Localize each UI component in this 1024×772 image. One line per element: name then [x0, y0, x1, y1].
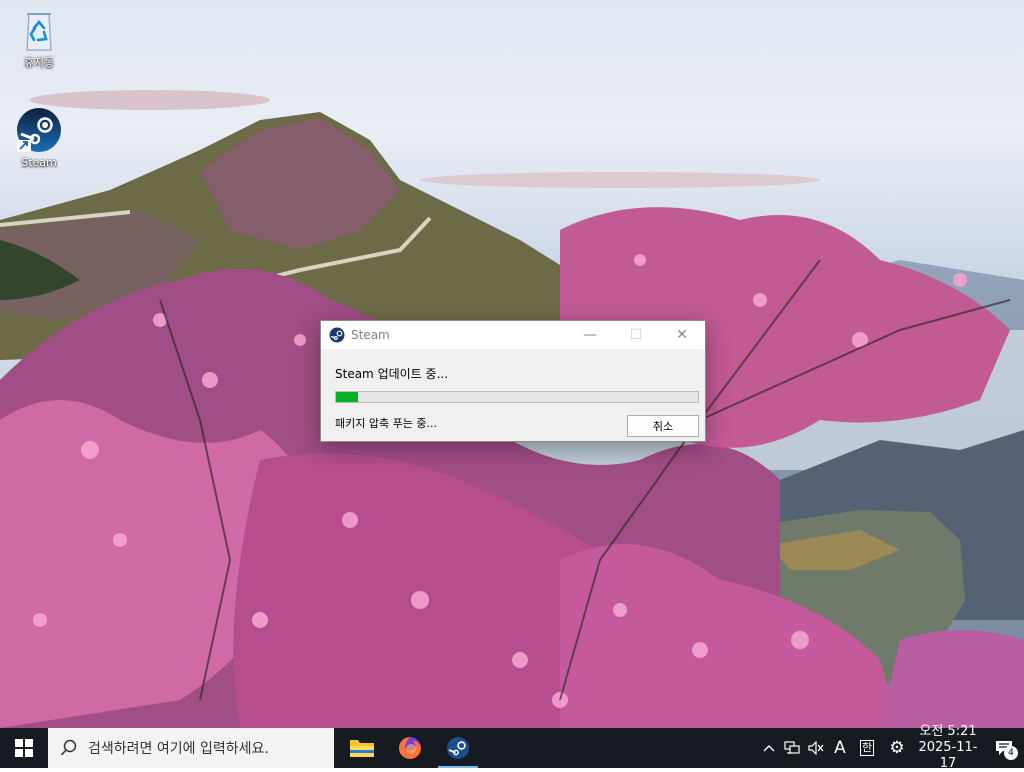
- system-tray: A 한 ⚙ 오전 5:21 2025-11-17 4: [758, 724, 1024, 771]
- update-progress-bar: [335, 391, 699, 403]
- dialog-title: Steam: [351, 328, 390, 342]
- taskbar-firefox[interactable]: [386, 728, 434, 768]
- start-button[interactable]: [0, 728, 48, 768]
- desktop-icon-steam[interactable]: Steam: [6, 106, 72, 170]
- notification-count-badge: 4: [1004, 746, 1018, 760]
- desktop-icon-label: 휴지통: [23, 56, 55, 69]
- network-icon: [784, 741, 800, 754]
- ime-mode-indicator[interactable]: A: [828, 728, 852, 768]
- taskbar-file-explorer[interactable]: [338, 728, 386, 768]
- network-button[interactable]: [780, 728, 804, 768]
- search-placeholder: 검색하려면 여기에 입력하세요.: [88, 741, 269, 757]
- action-center-button[interactable]: 4: [984, 728, 1024, 768]
- taskbar-clock[interactable]: 오전 5:21 2025-11-17: [912, 724, 984, 771]
- steam-icon: [17, 108, 61, 152]
- gear-icon: ⚙: [889, 738, 905, 758]
- steam-update-dialog: Steam — ☐ ✕ Steam 업데이트 중... 패키지 압축 푸는 중.…: [320, 320, 706, 442]
- steam-icon: [329, 327, 345, 343]
- desktop-icon-label: Steam: [21, 156, 57, 169]
- show-hidden-icons-button[interactable]: [758, 728, 780, 768]
- dialog-titlebar[interactable]: Steam — ☐ ✕: [321, 321, 705, 349]
- update-substatus-text: 패키지 압축 푸는 중...: [335, 417, 437, 430]
- search-icon: [60, 739, 77, 756]
- taskbar-search-box[interactable]: 검색하려면 여기에 입력하세요.: [48, 728, 334, 768]
- settings-button[interactable]: ⚙: [882, 728, 912, 768]
- clock-date: 2025-11-17: [918, 740, 978, 771]
- chevron-up-icon: [763, 745, 775, 752]
- ime-language-indicator[interactable]: 한: [852, 728, 882, 768]
- minimize-button[interactable]: —: [567, 321, 613, 349]
- volume-muted-icon: [808, 741, 824, 755]
- taskbar: 검색하려면 여기에 입력하세요. A 한 ⚙ 오전 5:21 2025-11-1…: [0, 724, 1024, 771]
- clock-time: 오전 5:21: [919, 724, 977, 739]
- steam-icon: [447, 737, 469, 759]
- update-status-text: Steam 업데이트 중...: [335, 367, 449, 381]
- close-button[interactable]: ✕: [659, 321, 705, 349]
- cancel-button[interactable]: 취소: [627, 415, 699, 437]
- taskbar-steam[interactable]: [434, 728, 482, 768]
- ime-language-label: 한: [859, 740, 875, 756]
- recycle-bin-icon: [26, 13, 52, 51]
- firefox-icon: [399, 737, 421, 759]
- volume-button[interactable]: [804, 728, 828, 768]
- maximize-button[interactable]: ☐: [613, 321, 659, 349]
- progress-fill: [336, 392, 358, 402]
- desktop-icon-recycle-bin[interactable]: 휴지통: [6, 6, 72, 70]
- file-explorer-icon: [350, 740, 374, 757]
- windows-logo-icon: [15, 739, 33, 757]
